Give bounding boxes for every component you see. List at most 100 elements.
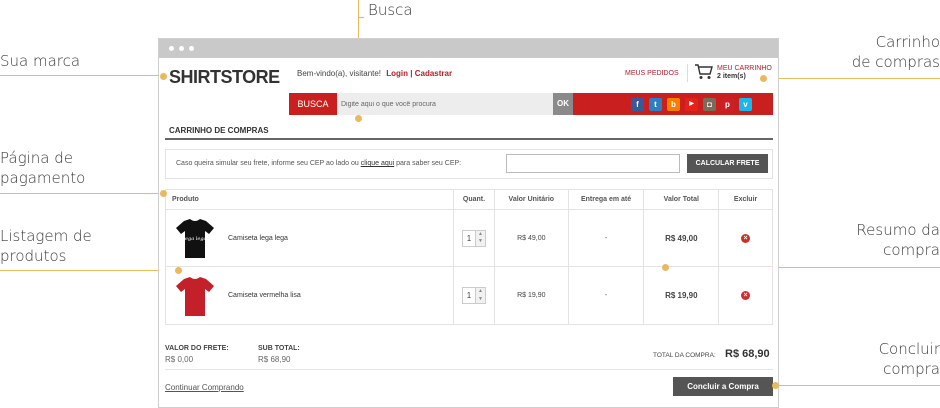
annotation-line-carrinho [763, 78, 940, 79]
annotation-resumo-1: Resumo da [856, 221, 940, 239]
column-header: Valor Total [643, 190, 718, 209]
window-dot [169, 46, 174, 51]
product-name[interactable]: Camiseta lega lega [228, 235, 288, 242]
window-titlebar [159, 39, 778, 58]
annotation-sua-marca: Sua marca [0, 52, 81, 70]
social-links: f t b ▶ ◘ p v [631, 98, 752, 111]
increment-icon[interactable]: ▲ [476, 288, 485, 296]
cart-label: MEU CARRINHO [717, 65, 772, 72]
unit-price: R$ 19,90 [493, 267, 568, 324]
vimeo-icon[interactable]: v [739, 98, 752, 111]
annotation-dot-concluir [772, 382, 779, 389]
delivery-time: - [567, 210, 644, 266]
decrement-icon[interactable]: ▼ [476, 296, 485, 304]
cart-page-title: CARRINHO DE COMPRAS [169, 126, 269, 135]
product-cell: lega lega Camiseta lega lega [166, 210, 453, 266]
twitter-icon[interactable]: t [649, 98, 662, 111]
annotation-carrinho-1: Carrinho [875, 33, 940, 51]
continue-shopping-link[interactable]: Continuar Comprando [165, 383, 244, 392]
checkout-button[interactable]: Concluir a Compra [673, 377, 773, 396]
remove-cell: × [718, 267, 772, 324]
youtube-icon[interactable]: ▶ [685, 98, 698, 111]
shopping-cart-icon[interactable] [695, 64, 713, 80]
window-dot [189, 46, 194, 51]
quantity-value[interactable]: 1 [463, 288, 475, 303]
my-orders-link[interactable]: MEUS PEDIDOS [625, 70, 679, 77]
annotation-dot-listagem [175, 267, 182, 274]
footer-divider [165, 369, 773, 370]
quantity-value[interactable]: 1 [463, 231, 475, 246]
search-bar: BUSCA OK f t b ▶ ◘ p v [289, 93, 773, 115]
welcome-message: Bem-vindo(a), visitante! Login | Cadastr… [297, 69, 452, 78]
quantity-arrows[interactable]: ▲ ▼ [474, 288, 485, 304]
quantity-stepper[interactable]: 1 ▲ ▼ [461, 229, 486, 247]
product-cell: Camiseta vermelha lisa [166, 267, 453, 324]
blogger-icon[interactable]: b [667, 98, 680, 111]
column-header: Excluir [718, 190, 772, 209]
shipping-calculator: Caso queira simular seu frete, informe s… [165, 149, 773, 179]
shirt-print-text: lega lega [183, 236, 206, 242]
remove-item-icon[interactable]: × [741, 291, 751, 300]
annotation-pagina-2: pagamento [0, 169, 86, 187]
quantity-cell: 1 ▲ ▼ [453, 210, 494, 266]
product-name[interactable]: Camiseta vermelha lisa [228, 292, 301, 299]
annotation-line-concluir [775, 385, 940, 386]
login-register-link[interactable]: Login | Cadastrar [386, 69, 452, 78]
quantity-stepper[interactable]: 1 ▲ ▼ [461, 287, 486, 304]
table-row: lega lega Camiseta lega lega 1 ▲ ▼ R$ 49,… [166, 210, 772, 267]
annotation-listagem-2: produtos [0, 247, 67, 265]
instagram-icon[interactable]: ◘ [703, 98, 716, 111]
subtotal-value: R$ 68,90 [258, 355, 291, 364]
annotation-listagem-1: Listagem de [0, 227, 92, 245]
find-cep-link[interactable]: clique aqui [361, 160, 394, 167]
delivery-time: - [567, 267, 644, 324]
annotation-concluir-2: compra [883, 360, 940, 378]
remove-item-icon[interactable]: × [741, 233, 751, 243]
header-divider [687, 64, 688, 82]
column-header: Valor Unitário [493, 190, 568, 209]
search-input[interactable] [337, 93, 553, 115]
annotation-resumo-2: compra [883, 241, 940, 259]
black-tshirt-image[interactable]: lega lega [172, 215, 218, 261]
annotation-dot-resumo [662, 264, 669, 271]
shipping-text-after: para saber seu CEP: [394, 160, 462, 167]
quantity-arrows[interactable]: ▲ ▼ [474, 230, 485, 246]
remove-cell: × [718, 210, 772, 266]
cart-table: Produto Quant. Valor Unitário Entrega em… [165, 189, 773, 325]
annotation-concluir-1: Concluir [878, 340, 940, 358]
shipping-cost-label: VALOR DO FRETE: [165, 345, 229, 352]
annotation-pagina-1: Página de [0, 149, 73, 167]
column-header: Quant. [453, 190, 494, 209]
search-ok-button[interactable]: OK [553, 93, 573, 115]
subtotal-label: SUB TOTAL: [258, 345, 300, 352]
annotation-line-listagem [0, 270, 178, 271]
annotation-carrinho-2: de compras [851, 53, 940, 71]
decrement-icon[interactable]: ▼ [476, 238, 485, 246]
browser-window: SHIRTSTORE Bem-vindo(a), visitante! Logi… [158, 38, 779, 408]
table-row: Camiseta vermelha lisa 1 ▲ ▼ R$ 19,90 - R… [166, 267, 772, 324]
annotation-dot-marca [160, 73, 167, 80]
site-header: SHIRTSTORE Bem-vindo(a), visitante! Logi… [159, 58, 778, 92]
order-total-label: TOTAL DA COMPRA: [653, 352, 716, 359]
order-summary: VALOR DO FRETE: R$ 0,00 SUB TOTAL: R$ 68… [165, 343, 773, 371]
pinterest-icon[interactable]: p [721, 98, 734, 111]
column-header: Entrega em até [567, 190, 644, 209]
facebook-icon[interactable]: f [631, 98, 644, 111]
red-tshirt-image[interactable] [172, 273, 218, 319]
column-header: Produto [172, 196, 199, 203]
table-header: Produto Quant. Valor Unitário Entrega em… [166, 190, 772, 210]
cep-input[interactable] [506, 154, 680, 173]
calculate-shipping-button[interactable]: CALCULAR FRETE [687, 154, 768, 173]
annotation-dot-carrinho [760, 75, 767, 82]
line-total: R$ 49,00 [643, 210, 718, 266]
shipping-instructions: Caso queira simular seu frete, informe s… [176, 160, 461, 167]
line-total: R$ 19,90 [643, 267, 718, 324]
order-total-value: R$ 68,90 [725, 348, 770, 360]
title-divider [165, 138, 773, 140]
increment-icon[interactable]: ▲ [476, 231, 485, 239]
shipping-cost-value: R$ 0,00 [165, 355, 194, 364]
welcome-text: Bem-vindo(a), visitante! [297, 69, 382, 78]
annotation-dot-pagina [160, 190, 167, 197]
window-dot [179, 46, 184, 51]
store-logo[interactable]: SHIRTSTORE [169, 67, 280, 88]
